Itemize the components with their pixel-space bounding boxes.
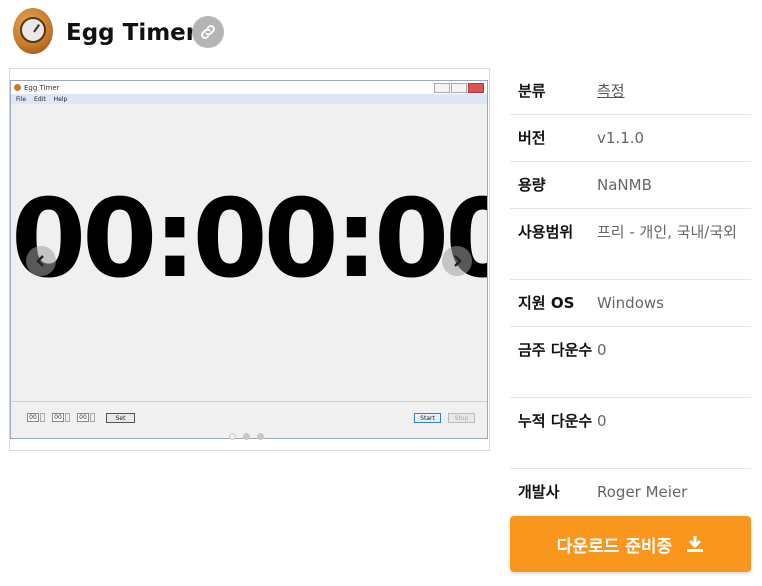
download-icon [687,536,704,552]
window-titlebar: Egg Timer [11,81,487,94]
category-link[interactable]: 측정 [597,80,751,103]
hours-spinner: 00 [27,413,45,422]
info-row-weekly-downloads: 금주 다운수 0 [510,327,751,398]
info-row-size: 용량 NaNMB [510,162,751,209]
category-label: 분류 [518,82,546,100]
developer-label: 개발사 [518,483,560,501]
menu-edit: Edit [34,95,46,103]
info-row-version: 버전 v1.1.0 [510,115,751,162]
maximize-icon [451,83,467,93]
total-downloads-label: 누적 다운수 [518,412,593,430]
menu-help: Help [53,95,68,103]
total-downloads-value: 0 [597,412,607,430]
window-menubar: File Edit Help [11,94,487,104]
close-icon [468,83,484,93]
version-label: 버전 [518,129,546,147]
app-icon [13,8,53,54]
app-title: Egg Timer [66,20,198,46]
carousel-dot[interactable] [257,433,264,440]
start-button: Start [414,413,441,423]
info-table: 분류 측정 버전 v1.1.0 용량 NaNMB 사용범위 프리 - 개인, 국… [510,68,751,516]
window-controls [434,83,484,93]
stop-button: Stop [448,413,475,423]
minutes-spinner: 00 [52,413,70,422]
link-icon[interactable] [192,16,224,48]
screenshot-image: Egg Timer File Edit Help 00:00:00 00 00 … [10,80,488,439]
info-row-total-downloads: 누적 다운수 0 [510,398,751,469]
window-title: Egg Timer [24,83,60,92]
menu-file: File [16,95,27,103]
info-row-license: 사용범위 프리 - 개인, 국내/국외 [510,209,751,280]
carousel-dot[interactable] [243,433,250,440]
window-app-icon [14,84,21,91]
license-value: 프리 - 개인, 국내/국외 [597,223,737,241]
download-button[interactable]: 다운로드 준비중 [510,516,751,572]
version-value: v1.1.0 [597,129,645,147]
developer-value: Roger Meier [597,483,688,501]
timer-display: 00:00:00 [11,177,488,302]
set-button: Set [106,413,135,423]
os-value: Windows [597,294,664,312]
carousel-dot[interactable] [229,433,236,440]
info-row-os: 지원 OS Windows [510,280,751,327]
info-row-category: 분류 측정 [510,68,751,115]
seconds-spinner: 00 [77,413,95,422]
download-label: 다운로드 준비중 [556,536,673,557]
size-label: 용량 [518,176,546,194]
chevron-left-icon[interactable] [26,246,56,276]
info-row-developer: 개발사 Roger Meier [510,469,751,516]
license-label: 사용범위 [518,223,574,241]
carousel-dots [229,433,264,440]
minimize-icon [434,83,450,93]
chevron-right-icon[interactable] [442,246,472,276]
weekly-downloads-value: 0 [597,341,607,359]
size-value: NaNMB [597,176,652,194]
os-label: 지원 OS [518,294,575,312]
weekly-downloads-label: 금주 다운수 [518,341,593,359]
